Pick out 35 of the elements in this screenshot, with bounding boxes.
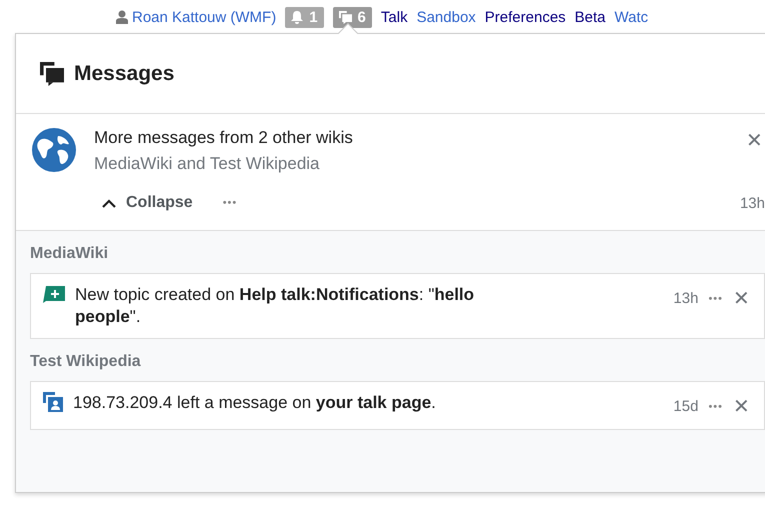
bundle-notification[interactable]: More messages from 2 other wikis MediaWiki and Test Wikipedia ✕ Collapse ••• 13h [16, 114, 765, 231]
notification-text: 198.73.209.4 left a message on your talk page. [73, 392, 437, 414]
more-button[interactable]: ••• [222, 197, 238, 209]
globe-icon [32, 128, 76, 172]
popup-title: Messages [74, 62, 174, 86]
speech-bubbles-icon [338, 10, 352, 24]
bell-icon [291, 10, 304, 24]
timestamp: 13h [740, 195, 765, 212]
notification-item[interactable]: 198.73.209.4 left a message on your talk page. 15d ••• ✕ [30, 381, 765, 430]
close-button[interactable]: ✕ [746, 128, 763, 153]
nav-link[interactable]: Sandbox [416, 8, 476, 26]
messages-badge[interactable]: 6 [332, 6, 372, 28]
speech-bubbles-icon [40, 62, 64, 86]
user-link[interactable]: Roan Kattouw (WMF) [116, 8, 276, 26]
plus-speech-bubble-icon [43, 284, 65, 304]
bundle-subtitle: MediaWiki and Test Wikipedia [94, 154, 320, 174]
more-button[interactable]: ••• [708, 400, 723, 413]
close-button[interactable]: ✕ [733, 286, 750, 311]
bundle-title: More messages from 2 other wikis [94, 128, 354, 148]
nav-link[interactable]: Watc [614, 8, 648, 26]
user-icon [116, 10, 128, 24]
notification-text: New topic created on Help talk:Notifications: "hello people". [75, 284, 476, 328]
user-talk-icon [43, 392, 63, 412]
wiki-heading: Test Wikipedia [30, 352, 142, 372]
timestamp: 15d [673, 398, 698, 416]
nav-link[interactable]: Beta [574, 8, 606, 26]
collapse-button[interactable]: Collapse [94, 194, 193, 212]
timestamp: 13h [673, 290, 698, 307]
chevron-up-icon [102, 198, 116, 208]
more-button[interactable]: ••• [708, 292, 723, 304]
notification-item[interactable]: New topic created on Help talk:Notifications: "hello people". 13h ••• ✕ [30, 273, 765, 340]
wiki-heading: MediaWiki [30, 244, 110, 264]
close-button[interactable]: ✕ [733, 394, 750, 420]
nav-link[interactable]: Preferences [484, 8, 566, 26]
nav-link[interactable]: Talk [380, 8, 408, 26]
